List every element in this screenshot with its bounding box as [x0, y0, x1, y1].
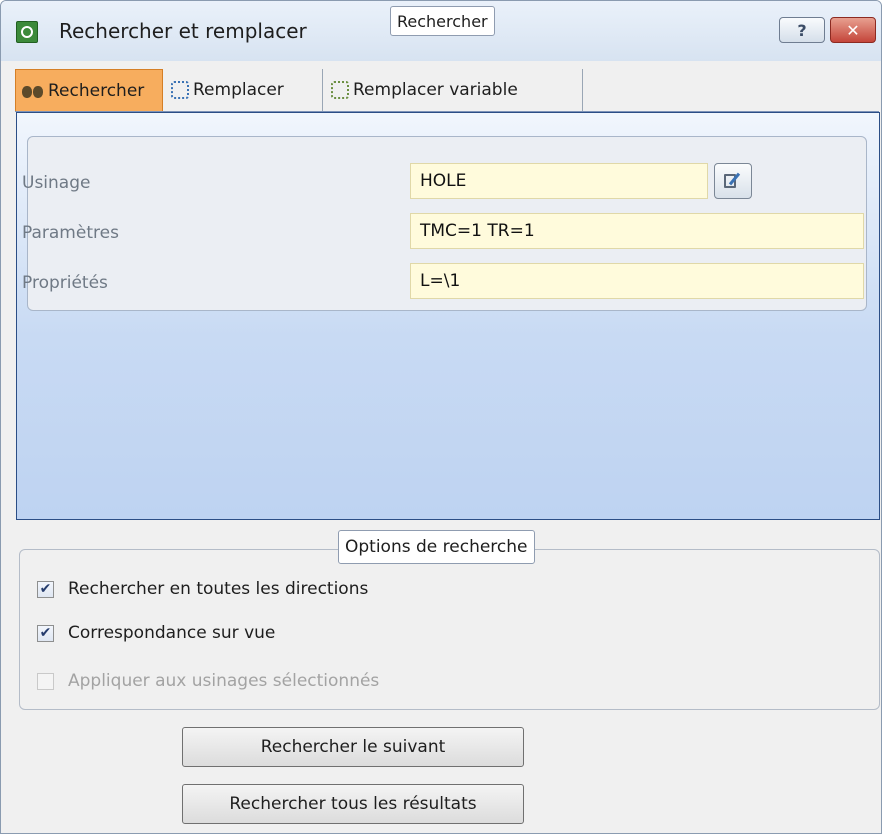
- option-apply-selected[interactable]: Appliquer aux usinages sélectionnés: [37, 669, 379, 693]
- checkbox[interactable]: ✔: [37, 624, 54, 642]
- option-match-view[interactable]: ✔ Correspondance sur vue: [37, 621, 275, 645]
- proprietes-input[interactable]: L=\1: [410, 263, 864, 299]
- option-label: Rechercher en toutes les directions: [68, 579, 369, 599]
- tab-label: Rechercher: [48, 80, 145, 101]
- app-icon: [16, 21, 38, 43]
- replace-variable-icon: [331, 81, 349, 99]
- close-button[interactable]: ✕: [830, 17, 876, 43]
- tab-remplacer-variable[interactable]: Remplacer variable: [325, 69, 583, 111]
- tab-rechercher[interactable]: Rechercher: [15, 69, 163, 111]
- tab-label: Remplacer variable: [353, 80, 518, 100]
- window-title: Rechercher et remplacer: [59, 19, 307, 43]
- tab-strip: Rechercher Remplacer Remplacer variable: [15, 69, 879, 112]
- usinage-label: Usinage: [22, 173, 91, 193]
- find-next-button[interactable]: Rechercher le suivant: [182, 727, 524, 767]
- dialog-window: Rechercher et remplacer ? ✕ Rechercher R…: [0, 0, 882, 834]
- option-label: Appliquer aux usinages sélectionnés: [68, 671, 380, 691]
- replace-icon: [171, 81, 189, 99]
- parametres-label: Paramètres: [22, 223, 119, 243]
- checkbox[interactable]: [37, 672, 54, 690]
- binoculars-icon: [22, 82, 44, 100]
- option-all-directions[interactable]: ✔ Rechercher en toutes les directions: [37, 577, 368, 601]
- parametres-input[interactable]: TMC=1 TR=1: [410, 213, 864, 249]
- pick-list-icon: [723, 172, 743, 190]
- usinage-input[interactable]: HOLE: [410, 163, 708, 199]
- tab-label: Remplacer: [193, 80, 284, 100]
- option-label: Correspondance sur vue: [68, 623, 276, 643]
- checkbox[interactable]: ✔: [37, 580, 54, 598]
- tab-remplacer[interactable]: Remplacer: [165, 69, 323, 111]
- help-button[interactable]: ?: [779, 17, 825, 43]
- search-options-caption: Options de recherche: [338, 530, 535, 564]
- search-group-caption: Rechercher: [390, 6, 495, 36]
- select-usinage-button[interactable]: [714, 163, 752, 199]
- proprietes-label: Propriétés: [22, 273, 108, 293]
- find-all-button[interactable]: Rechercher tous les résultats: [182, 784, 524, 824]
